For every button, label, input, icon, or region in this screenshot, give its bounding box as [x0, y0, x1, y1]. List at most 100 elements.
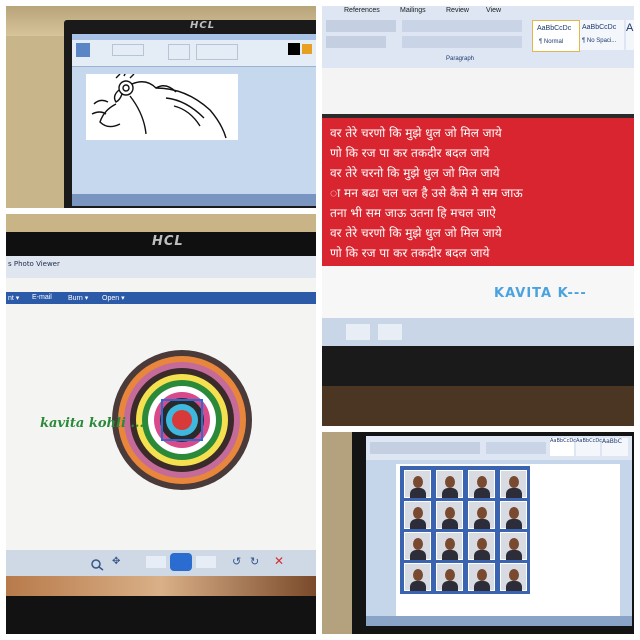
poem-line-1: वर तेरे चरणो कि मुझे धुल जो मिल जाये [330, 126, 502, 140]
shoulders [474, 550, 490, 560]
paragraph-group-label: Paragraph [446, 56, 475, 62]
viewer-controls: ✥ ↺ ↻ ✕ [6, 550, 316, 576]
passport-photo[interactable] [468, 563, 495, 591]
page-bottom [322, 266, 634, 318]
paste-icon[interactable] [76, 43, 90, 57]
passport-photo[interactable] [468, 532, 495, 560]
passport-photo[interactable] [404, 470, 431, 498]
word-ribbon: AaBbCcDc AaBbCcDc AaBbC [366, 436, 632, 460]
parrot-drawing [91, 71, 227, 139]
face [509, 569, 519, 581]
style-heading[interactable]: A [626, 20, 634, 50]
paragraph-controls[interactable] [402, 20, 522, 32]
passport-photo[interactable] [500, 501, 527, 529]
font-controls[interactable] [370, 442, 480, 454]
face [445, 476, 455, 488]
passport-photo[interactable] [468, 501, 495, 529]
zoom-icon[interactable] [90, 556, 104, 571]
screen: AaBbCcDc AaBbCcDc AaBbC [366, 436, 632, 626]
photo-paint-monitor: HCL [6, 6, 316, 208]
shoulders [442, 550, 458, 560]
brushes-icon[interactable] [168, 44, 190, 60]
style-heading[interactable]: AaBbC [602, 438, 628, 456]
rotate-left-icon[interactable]: ↺ [232, 555, 241, 568]
red-text-block: वर तेरे चरणो कि मुझे धुल जो मिल जाये णो … [322, 118, 634, 266]
taskbar [322, 318, 634, 346]
style-no-spacing[interactable]: AaBbCcDc [576, 438, 602, 456]
monitor-bottom-bezel [6, 596, 316, 634]
fit-icon[interactable]: ✥ [112, 556, 124, 568]
burn-menu[interactable]: Burn ▾ [68, 294, 88, 302]
previous-button[interactable] [146, 556, 166, 568]
shoulders [410, 519, 426, 529]
shoulders [506, 519, 522, 529]
image-tools[interactable] [112, 44, 144, 56]
shoulders [442, 488, 458, 498]
photo-viewer-monitor: HCL s Photo Viewer nt ▾ E-mail Burn ▾ Op… [6, 214, 316, 634]
taskbar [72, 194, 316, 206]
face [413, 569, 423, 581]
shoulders [474, 488, 490, 498]
passport-photo[interactable] [436, 470, 463, 498]
shoulders [442, 519, 458, 529]
menu-review[interactable]: Review [446, 7, 469, 14]
font-format-buttons[interactable] [326, 36, 386, 48]
face [477, 569, 487, 581]
taskbar-app-icon[interactable] [378, 324, 402, 340]
poem-line-4: ा मन बढा चल चल है उसे कैसे मे सम जाऊ [330, 186, 523, 200]
monitor-brand: HCL [152, 234, 184, 249]
face [413, 476, 423, 488]
taskbar-app-icon[interactable] [346, 324, 370, 340]
shapes-gallery[interactable] [196, 44, 238, 60]
style-no-spacing[interactable]: AaBbCcDc ¶ No Spaci... [580, 20, 624, 50]
face [413, 507, 423, 519]
photo-grid [400, 466, 530, 594]
passport-photo[interactable] [436, 563, 463, 591]
color2-swatch[interactable] [302, 44, 312, 54]
passport-photo[interactable] [500, 470, 527, 498]
viewer-toolbar: nt ▾ E-mail Burn ▾ Open ▾ [6, 292, 316, 304]
monitor-brand: HCL [190, 20, 216, 31]
passport-photo[interactable] [404, 532, 431, 560]
menu-mailings[interactable]: Mailings [400, 7, 426, 14]
passport-photo[interactable] [436, 501, 463, 529]
delete-icon[interactable]: ✕ [274, 554, 284, 568]
shoulders [474, 519, 490, 529]
rotate-right-icon[interactable]: ↻ [250, 555, 259, 568]
status-bar [366, 616, 632, 626]
menu-references[interactable]: References [344, 7, 380, 14]
font-controls[interactable] [326, 20, 396, 32]
paint-canvas[interactable] [86, 71, 238, 140]
next-button[interactable] [196, 556, 216, 568]
slideshow-button[interactable] [170, 553, 192, 571]
page-top [322, 68, 634, 114]
open-menu[interactable]: Open ▾ [102, 294, 125, 302]
passport-photo[interactable] [500, 532, 527, 560]
face [509, 507, 519, 519]
passport-photo[interactable] [404, 501, 431, 529]
passport-photo[interactable] [468, 470, 495, 498]
poem-line-6: वर तेरे चरणो कि मुझे धुल जो मिल जाये [330, 226, 502, 240]
menu-view[interactable]: View [486, 7, 501, 14]
paint-ribbon [72, 40, 316, 67]
photo-word-monitor: References Mailings Review View Paragrap… [322, 6, 634, 426]
face [477, 507, 487, 519]
signature-wordart: KAVITA K--- [494, 286, 587, 301]
passport-photo[interactable] [404, 563, 431, 591]
wall [6, 214, 316, 232]
style-normal[interactable]: AaBbCcDc ¶ Normal [532, 20, 580, 52]
face [445, 569, 455, 581]
desk [322, 386, 634, 426]
paragraph-alignment[interactable] [402, 36, 522, 48]
face [477, 538, 487, 550]
print-menu[interactable]: nt ▾ [8, 294, 19, 302]
paragraph-controls[interactable] [486, 442, 546, 454]
passport-photo[interactable] [500, 563, 527, 591]
shoulders [506, 488, 522, 498]
passport-photo[interactable] [436, 532, 463, 560]
email-menu[interactable]: E-mail [32, 294, 52, 301]
desktop-wallpaper [6, 576, 316, 596]
style-normal[interactable]: AaBbCcDc [550, 438, 576, 456]
shoulders [506, 550, 522, 560]
color1-swatch[interactable] [288, 43, 300, 55]
